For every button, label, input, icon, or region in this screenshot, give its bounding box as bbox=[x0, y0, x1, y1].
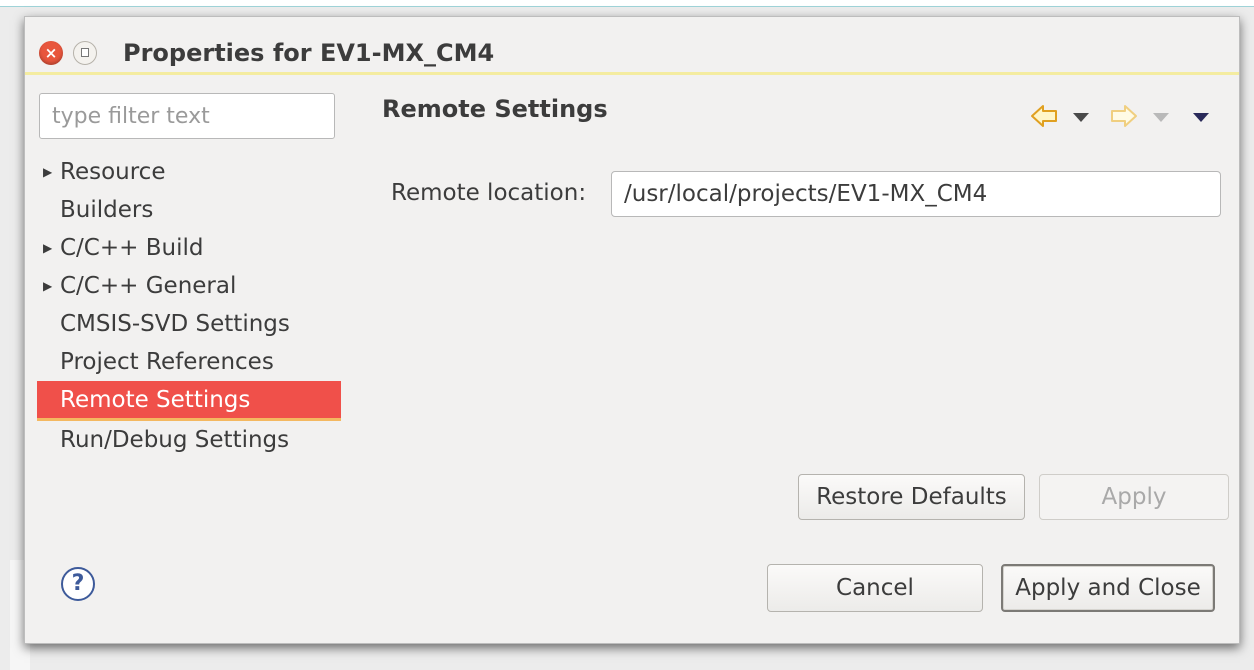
tree-item-run-debug-settings[interactable]: Run/Debug Settings bbox=[37, 421, 341, 459]
tree-item-cpp-general[interactable]: ▶ C/C++ General bbox=[37, 267, 341, 305]
property-tree: ▶ Resource Builders ▶ C/C++ Build ▶ C/C+… bbox=[37, 153, 341, 459]
tree-item-label: Remote Settings bbox=[60, 387, 251, 413]
dialog-titlebar: × Properties for EV1-MX_CM4 bbox=[25, 17, 1239, 75]
filter-input[interactable] bbox=[39, 93, 335, 139]
dialog-title: Properties for EV1-MX_CM4 bbox=[123, 39, 495, 67]
tree-item-label: C/C++ Build bbox=[60, 235, 204, 261]
background-top-bar bbox=[0, 0, 1254, 7]
help-icon[interactable]: ? bbox=[61, 567, 95, 601]
page-title: Remote Settings bbox=[382, 95, 608, 123]
remote-location-label: Remote location: bbox=[391, 180, 587, 206]
tree-item-label: Run/Debug Settings bbox=[60, 427, 290, 453]
tree-item-cmsis-svd-settings[interactable]: CMSIS-SVD Settings bbox=[37, 305, 341, 343]
tree-item-label: C/C++ General bbox=[60, 273, 237, 299]
tree-item-resource[interactable]: ▶ Resource bbox=[37, 153, 341, 191]
remote-location-input[interactable] bbox=[611, 171, 1221, 217]
expand-arrow-icon[interactable]: ▶ bbox=[43, 153, 52, 191]
properties-dialog: × Properties for EV1-MX_CM4 ▶ Resource B… bbox=[24, 16, 1240, 644]
maximize-icon[interactable] bbox=[73, 41, 97, 65]
close-icon[interactable]: × bbox=[39, 41, 63, 65]
tree-item-cpp-build[interactable]: ▶ C/C++ Build bbox=[37, 229, 341, 267]
tree-item-project-references[interactable]: Project References bbox=[37, 343, 341, 381]
tree-item-label: Resource bbox=[60, 159, 166, 185]
apply-button[interactable]: Apply bbox=[1039, 474, 1229, 520]
back-dropdown-icon[interactable] bbox=[1073, 113, 1089, 122]
tree-item-label: CMSIS-SVD Settings bbox=[60, 311, 290, 337]
apply-and-close-button[interactable]: Apply and Close bbox=[1001, 564, 1215, 612]
tree-item-label: Project References bbox=[60, 349, 274, 375]
tree-item-remote-settings[interactable]: Remote Settings bbox=[37, 381, 341, 421]
tree-item-builders[interactable]: Builders bbox=[37, 191, 341, 229]
view-menu-icon[interactable] bbox=[1193, 113, 1209, 122]
forward-arrow-icon[interactable] bbox=[1109, 101, 1139, 131]
forward-dropdown-icon bbox=[1153, 113, 1169, 122]
tree-item-label: Builders bbox=[60, 197, 154, 223]
expand-arrow-icon[interactable]: ▶ bbox=[43, 267, 52, 305]
cancel-button[interactable]: Cancel bbox=[767, 564, 983, 612]
back-arrow-icon[interactable] bbox=[1029, 101, 1059, 131]
expand-arrow-icon[interactable]: ▶ bbox=[43, 229, 52, 267]
restore-defaults-button[interactable]: Restore Defaults bbox=[798, 474, 1025, 520]
